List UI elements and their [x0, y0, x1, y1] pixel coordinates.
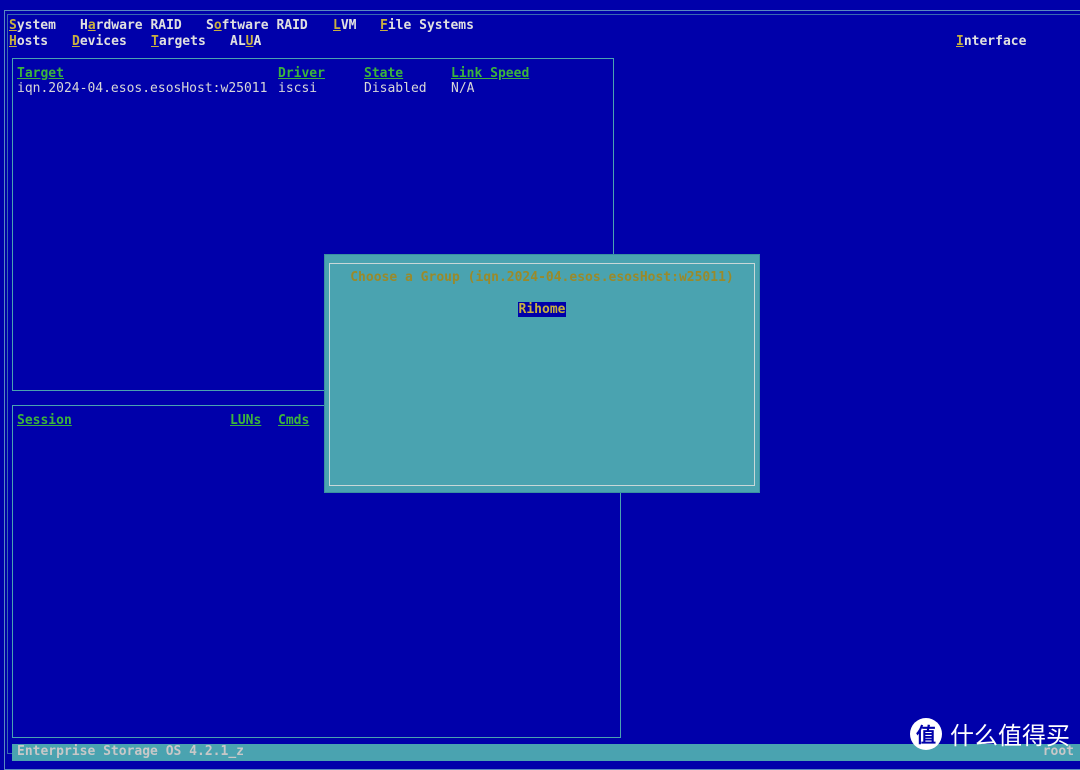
menu-software-raid[interactable]: Software RAID [206, 18, 308, 34]
header-session: Session [17, 413, 72, 428]
header-driver: Driver [278, 66, 325, 81]
cell-state: Disabled [364, 81, 427, 96]
menu-file-systems[interactable]: File Systems [380, 18, 474, 34]
header-target: Target [17, 66, 64, 81]
watermark-text: 什么值得买 [950, 722, 1070, 750]
header-state: State [364, 66, 404, 81]
cell-driver: iscsi [278, 81, 318, 96]
cell-target: iqn.2024-04.esos.esosHost:w25011 [17, 81, 268, 96]
dialog-border [329, 263, 755, 486]
menu-hosts[interactable]: Hosts [9, 34, 48, 50]
header-link-speed: Link Speed [451, 66, 530, 81]
menu-lvm[interactable]: LVM [333, 18, 356, 34]
menu-hardware-raid[interactable]: Hardware RAID [80, 18, 182, 34]
choose-group-dialog: Choose a Group (iqn.2024-04.esos.esosHos… [325, 255, 759, 492]
menu-alua[interactable]: ALUA [230, 34, 261, 50]
status-left: Enterprise Storage OS 4.2.1_z [17, 744, 244, 759]
header-luns: LUNs [230, 413, 262, 428]
menu-targets[interactable]: Targets [151, 34, 206, 50]
menu-devices[interactable]: Devices [72, 34, 127, 50]
header-cmds: Cmds [278, 413, 310, 428]
menu-interface[interactable]: Interface [956, 34, 1026, 50]
menu-system[interactable]: System [9, 18, 56, 34]
dialog-title: Choose a Group (iqn.2024-04.esos.esosHos… [350, 270, 734, 285]
group-option-rihome[interactable]: Rihome [517, 302, 567, 317]
watermark: 值 什么值得买 [910, 716, 1070, 751]
cell-link-speed: N/A [451, 81, 475, 96]
watermark-logo-icon: 值 [910, 717, 942, 750]
